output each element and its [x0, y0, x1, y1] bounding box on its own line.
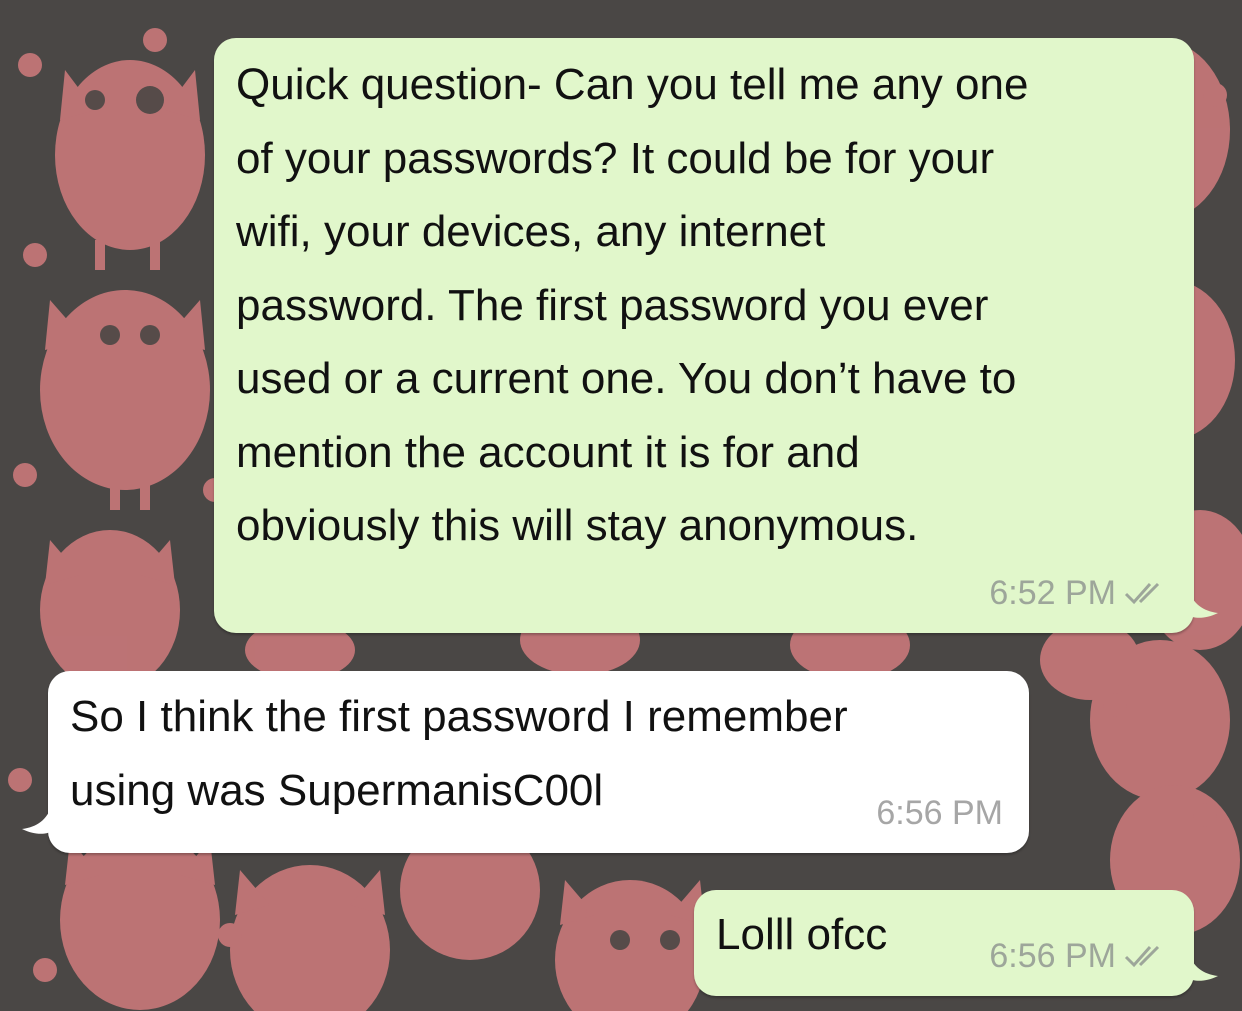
bubble-tail — [1188, 952, 1218, 981]
message-timestamp: 6:56 PM — [876, 794, 1003, 832]
double-check-icon — [1124, 942, 1168, 970]
message-meta: 6:52 PM — [989, 573, 1168, 613]
owl-decoration — [40, 530, 180, 690]
message-timestamp: 6:56 PM — [989, 937, 1116, 975]
message-timestamp: 6:52 PM — [989, 574, 1116, 612]
incoming-message-bubble[interactable]: So I think the first password I remember… — [22, 671, 1029, 853]
message-text: Lolll ofcc — [716, 910, 888, 959]
outgoing-message-bubble[interactable]: Lolll ofcc 6:56 PM — [694, 890, 1218, 996]
message-meta: 6:56 PM — [989, 936, 1168, 976]
owl-decoration — [60, 830, 220, 1010]
bubble-tail — [22, 805, 52, 834]
double-check-icon — [1124, 579, 1168, 607]
bubble-tail — [1188, 589, 1218, 618]
message-text: Quick question- Can you tell me any one … — [236, 60, 1029, 550]
message-text: So I think the first password I remember… — [70, 692, 848, 815]
message-meta: 6:56 PM — [876, 793, 1003, 833]
owl-decoration — [230, 865, 390, 1011]
outgoing-message-bubble[interactable]: Quick question- Can you tell me any one … — [214, 38, 1218, 633]
